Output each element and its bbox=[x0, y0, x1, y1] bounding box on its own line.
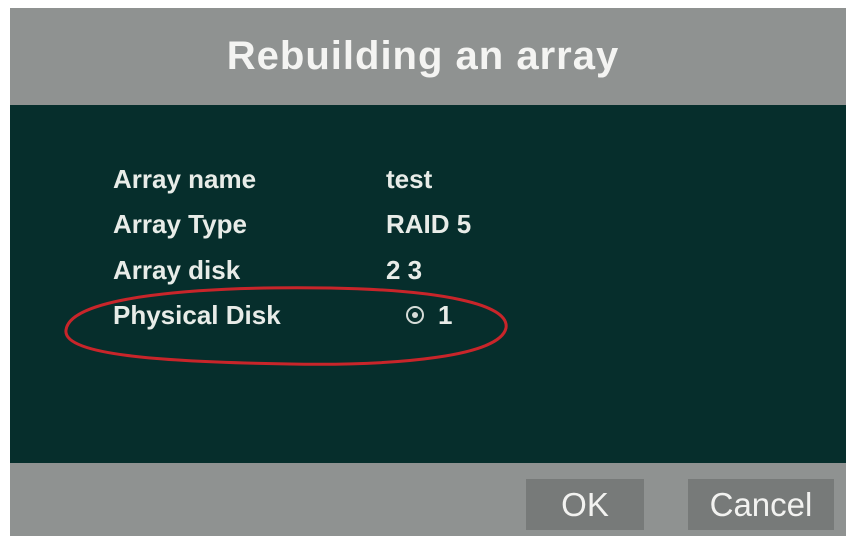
ok-button[interactable]: OK bbox=[526, 479, 644, 530]
dialog-content: Array name test Array Type RAID 5 Array … bbox=[10, 105, 846, 463]
array-type-label: Array Type bbox=[113, 208, 247, 239]
array-disk-value: 2 3 bbox=[386, 254, 423, 285]
dialog-title: Rebuilding an array bbox=[226, 34, 620, 78]
physical-disk-value: 1 bbox=[438, 299, 453, 330]
physical-disk-label: Physical Disk bbox=[113, 299, 281, 330]
array-name-label: Array name bbox=[113, 163, 257, 194]
physical-disk-option[interactable]: 1 bbox=[386, 300, 452, 331]
array-type-value: RAID 5 bbox=[386, 208, 472, 239]
field-row-physical-disk: Physical Disk 1 bbox=[113, 298, 452, 332]
array-name-value: test bbox=[386, 163, 433, 194]
rebuild-array-dialog: Rebuilding an array Array name test Arra… bbox=[10, 8, 846, 536]
field-row-array-name: Array name test bbox=[113, 162, 432, 196]
cancel-button[interactable]: Cancel bbox=[688, 479, 834, 530]
radio-selected-icon[interactable] bbox=[406, 306, 424, 324]
dialog-titlebar: Rebuilding an array bbox=[10, 8, 846, 105]
dialog-footer: OK Cancel bbox=[10, 463, 846, 536]
screen: Rebuilding an array Array name test Arra… bbox=[0, 0, 846, 540]
field-row-array-type: Array Type RAID 5 bbox=[113, 207, 471, 241]
field-row-array-disk: Array disk 2 3 bbox=[113, 253, 422, 287]
array-disk-label: Array disk bbox=[113, 254, 241, 285]
